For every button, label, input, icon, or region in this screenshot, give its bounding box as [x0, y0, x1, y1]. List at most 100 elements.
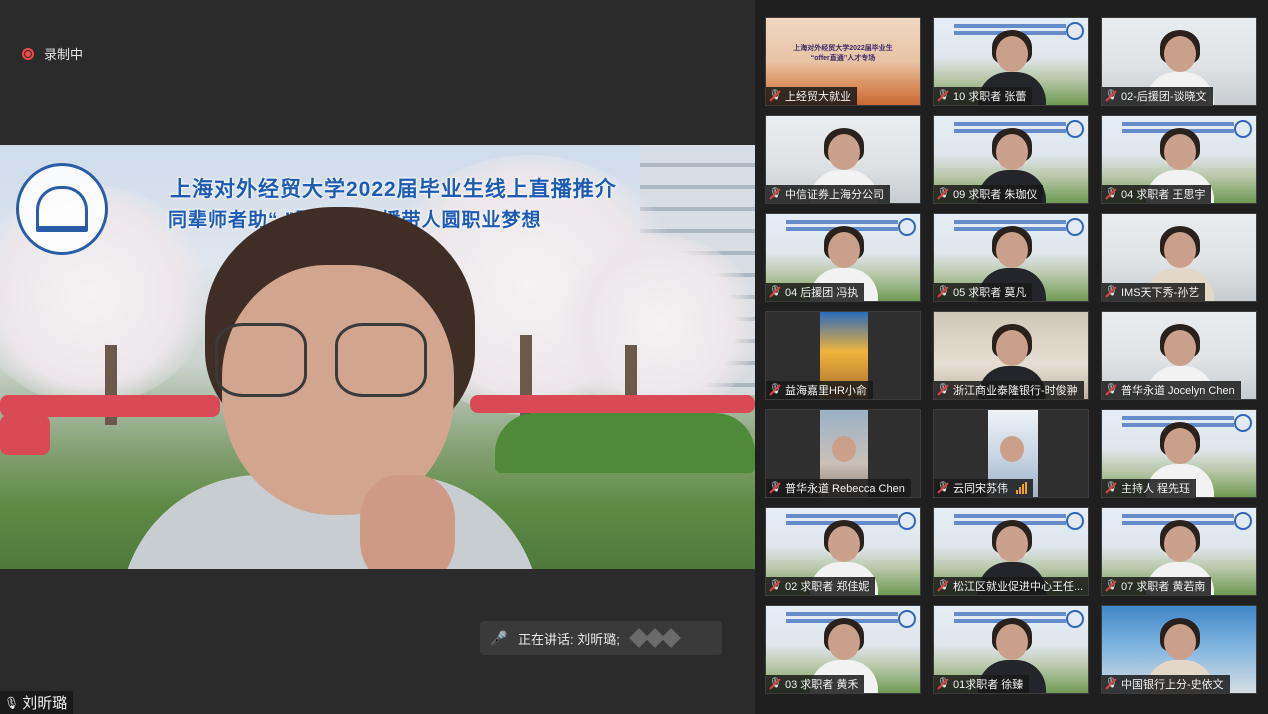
participant-face	[996, 36, 1028, 72]
participant-face	[1164, 624, 1196, 660]
participant-tile[interactable]: 🎙 浙江商业泰隆银行-时俊翀	[933, 311, 1089, 400]
participant-name: 中信证券上海分公司	[785, 189, 884, 201]
participant-tile[interactable]: 🎙 主持人 程先珏	[1101, 409, 1257, 498]
mic-muted-icon: 🎙	[1105, 90, 1118, 101]
participant-tile[interactable]: 上海对外经贸大学2022届毕业生 “offer直通”人才专场 🎙 上经贸大就业	[765, 17, 921, 106]
mic-muted-icon: 🎙	[1105, 286, 1118, 297]
participant-face	[1164, 134, 1196, 170]
speaker-hand	[360, 475, 455, 569]
record-icon	[22, 47, 34, 60]
microphone-icon: 🎤	[490, 629, 508, 646]
participant-tile[interactable]: 🎙 普华永道 Rebecca Chen	[765, 409, 921, 498]
participant-name: 益海嘉里HR小俞	[785, 385, 867, 397]
participant-tile[interactable]: 🎙 04 求职者 王思宇	[1101, 115, 1257, 204]
self-name-tag: 🎙 刘昕璐	[0, 691, 74, 714]
flower-bed	[0, 415, 50, 455]
participant-name: 云同宋苏伟	[953, 483, 1008, 495]
hedge	[495, 413, 755, 473]
participant-face	[996, 330, 1028, 366]
participant-name: 主持人 程先珏	[1121, 483, 1191, 495]
flower-bed	[0, 395, 220, 417]
flower-bed	[470, 395, 755, 413]
glasses-right	[335, 323, 427, 397]
participant-tile[interactable]: 🎙 松江区就业促进中心王任...	[933, 507, 1089, 596]
participant-name-tag: 🎙 普华永道 Jocelyn Chen	[1102, 381, 1241, 399]
participant-tile[interactable]: 🎙 10 求职者 张蕾	[933, 17, 1089, 106]
participant-name-tag: 🎙 浙江商业泰隆银行-时俊翀	[934, 381, 1084, 399]
participant-tile[interactable]: 🎙 01求职者 徐臻	[933, 605, 1089, 694]
mic-muted-icon: 🎙	[1105, 384, 1118, 395]
mic-muted-icon: 🎙	[937, 580, 950, 591]
participant-tile[interactable]: 🎙 IMS天下秀-孙艺	[1101, 213, 1257, 302]
mic-muted-icon: 🎙	[937, 286, 950, 297]
participant-name: 04 后援团 冯执	[785, 287, 859, 299]
participant-name: 02-后援团-谈晓文	[1121, 91, 1207, 103]
participant-name-tag: 🎙 10 求职者 张蕾	[934, 87, 1033, 105]
participant-name-tag: 🎙 01求职者 徐臻	[934, 675, 1030, 693]
participant-name-tag: 🎙 02-后援团-谈晓文	[1102, 87, 1213, 105]
participant-tile[interactable]: 🎙 02 求职者 郑佳妮	[765, 507, 921, 596]
participant-name-tag: 🎙 中国银行上分-史依文	[1102, 675, 1230, 693]
meeting-window: 录制中 上海对外经贸大学2022届毕业生线上直播推介 同辈师者助“ ”路同行 直…	[0, 0, 1268, 714]
mic-muted-icon: 🎙	[769, 384, 782, 395]
participant-name-tag: 🎙 07 求职者 黄若南	[1102, 577, 1212, 595]
participant-tile[interactable]: 🎙 07 求职者 黄若南	[1101, 507, 1257, 596]
participant-name: 浙江商业泰隆银行-时俊翀	[953, 385, 1078, 397]
participant-face	[1164, 526, 1196, 562]
participant-tile[interactable]: 🎙 05 求职者 莫凡	[933, 213, 1089, 302]
participant-name-tag: 🎙 松江区就业促进中心王任...	[934, 577, 1088, 595]
network-signal-icon	[1016, 482, 1027, 494]
participant-name-tag: 🎙 中信证券上海分公司	[766, 185, 890, 203]
participant-face	[828, 526, 860, 562]
participant-face	[1164, 232, 1196, 268]
glasses-left	[215, 323, 307, 397]
mic-muted-icon: 🎙	[937, 678, 950, 689]
participant-name: 04 求职者 王思宇	[1121, 189, 1206, 201]
participant-name-tag: 🎙 04 求职者 王思宇	[1102, 185, 1212, 203]
participant-name: IMS天下秀-孙艺	[1121, 287, 1200, 299]
participant-name: 中国银行上分-史依文	[1121, 679, 1224, 691]
participant-name-tag: 🎙 04 后援团 冯执	[766, 283, 865, 301]
mic-muted-icon: 🎙	[1105, 678, 1118, 689]
mic-muted-icon: 🎙	[769, 678, 782, 689]
participant-name-tag: 🎙 03 求职者 黄禾	[766, 675, 865, 693]
participant-name-tag: 🎙 IMS天下秀-孙艺	[1102, 283, 1206, 301]
participant-name-tag: 🎙 云同宋苏伟	[934, 479, 1033, 497]
participant-name: 07 求职者 黄若南	[1121, 581, 1206, 593]
main-speaker-video[interactable]: 上海对外经贸大学2022届毕业生线上直播推介 同辈师者助“ ”路同行 直播带人圆…	[0, 145, 755, 569]
participant-face	[996, 134, 1028, 170]
mic-muted-icon: 🎙	[769, 482, 782, 493]
logo-emblem-icon	[36, 186, 88, 232]
participant-name: 松江区就业促进中心王任...	[953, 581, 1084, 593]
mic-muted-icon: 🎙	[769, 90, 782, 101]
participant-tile[interactable]: 🎙 普华永道 Jocelyn Chen	[1101, 311, 1257, 400]
university-logo	[16, 163, 108, 255]
recording-label: 录制中	[44, 47, 84, 62]
mic-muted-icon: 🎙	[769, 580, 782, 591]
mic-muted-icon: 🎙	[937, 384, 950, 395]
participant-face	[828, 624, 860, 660]
participant-face	[1164, 36, 1196, 72]
participant-tile[interactable]: 🎙 03 求职者 黄禾	[765, 605, 921, 694]
participant-name-tag: 🎙 02 求职者 郑佳妮	[766, 577, 876, 595]
participant-tile[interactable]: 🎙 04 后援团 冯执	[765, 213, 921, 302]
participant-tile[interactable]: 🎙 云同宋苏伟	[933, 409, 1089, 498]
participant-tile[interactable]: 🎙 02-后援团-谈晓文	[1101, 17, 1257, 106]
participant-face	[996, 624, 1028, 660]
recording-indicator: 录制中	[22, 44, 83, 63]
self-name: 刘昕璐	[22, 695, 68, 712]
participant-face	[1000, 436, 1024, 462]
mic-muted-icon: 🎙	[937, 188, 950, 199]
participant-name: 09 求职者 朱珈仪	[953, 189, 1038, 201]
participant-name-tag: 🎙 普华永道 Rebecca Chen	[766, 479, 911, 497]
participant-tile[interactable]: 🎙 09 求职者 朱珈仪	[933, 115, 1089, 204]
participant-tile[interactable]: 🎙 益海嘉里HR小俞	[765, 311, 921, 400]
participant-tile[interactable]: 🎙 中国银行上分-史依文	[1101, 605, 1257, 694]
participant-name: 10 求职者 张蕾	[953, 91, 1027, 103]
participant-tile[interactable]: 🎙 中信证券上海分公司	[765, 115, 921, 204]
mic-muted-icon: 🎙	[769, 188, 782, 199]
poster-text: 上海对外经贸大学2022届毕业生 “offer直通”人才专场	[793, 45, 893, 62]
active-speaker-label: 正在讲话: 刘昕璐;	[518, 631, 620, 647]
mic-muted-icon: 🎙	[1105, 482, 1118, 493]
participant-grid: 上海对外经贸大学2022届毕业生 “offer直通”人才专场 🎙 上经贸大就业 🎙 10…	[765, 17, 1257, 694]
